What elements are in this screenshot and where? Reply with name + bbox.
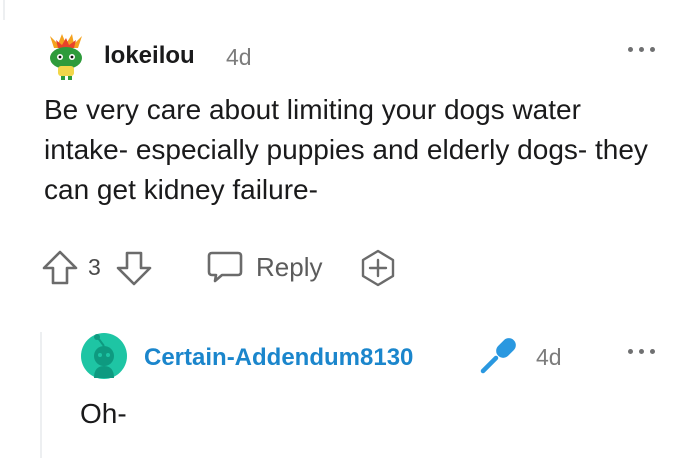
reply-label: Reply	[256, 252, 323, 282]
more-options-icon[interactable]	[624, 42, 660, 58]
microphone-icon	[478, 334, 520, 376]
reply-body: Oh-	[80, 398, 127, 429]
reply-age: 4d	[536, 344, 562, 370]
fire-snoo-avatar-icon[interactable]	[44, 32, 88, 80]
reply-author[interactable]: Certain-Addendum8130	[144, 344, 413, 372]
downvote-icon[interactable]	[114, 248, 154, 288]
upvote-icon[interactable]	[40, 248, 80, 288]
reply-bubble-icon	[206, 249, 244, 285]
vote-score: 3	[88, 254, 101, 280]
comment-author[interactable]: lokeilou	[104, 42, 195, 70]
comment-age: 4d	[226, 44, 252, 70]
thread-line	[3, 0, 5, 20]
comment-body: Be very care about limiting your dogs wa…	[44, 94, 648, 205]
reply-thread-line[interactable]	[40, 332, 42, 458]
reply-button[interactable]: Reply	[206, 246, 336, 286]
more-options-icon[interactable]	[624, 344, 660, 360]
default-snoo-avatar-icon[interactable]	[80, 332, 128, 380]
award-plus-icon[interactable]	[358, 248, 398, 288]
